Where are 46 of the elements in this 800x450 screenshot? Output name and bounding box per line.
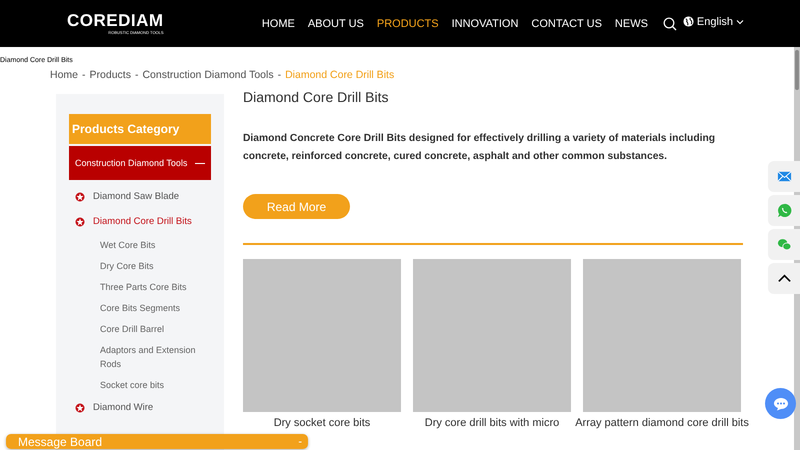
star-icon	[75, 192, 85, 202]
star-icon	[75, 402, 85, 412]
category-link[interactable]: Diamond Core Drill Bits	[93, 216, 192, 227]
sidebar-title: Products Category	[69, 114, 211, 144]
breadcrumb-separator: -	[82, 69, 86, 81]
nav-link[interactable]: HOME	[262, 18, 295, 30]
nav-link[interactable]: ABOUT US	[308, 18, 364, 30]
chat-button[interactable]	[765, 388, 796, 419]
subcategory-link[interactable]: Core Bits Segments	[75, 297, 200, 318]
nav-link[interactable]: CONTACT US	[531, 18, 602, 30]
whatsapp-button[interactable]	[768, 195, 800, 226]
product-title[interactable]: Dry core drill bits with micro	[424, 417, 560, 429]
message-board-title: Message Board	[18, 434, 102, 448]
subcategory-link[interactable]: Adaptors and Extension Rods	[75, 339, 200, 374]
logo[interactable]: COREDIAM	[67, 12, 164, 30]
language-selector[interactable]: English	[696, 16, 733, 28]
scroll-top-button[interactable]	[768, 263, 800, 294]
email-button[interactable]	[768, 161, 800, 192]
subcategory-link[interactable]: Dry Core Bits	[75, 255, 200, 276]
search-icon[interactable]	[662, 16, 677, 30]
globe-icon[interactable]	[682, 16, 694, 27]
breadcrumb-link[interactable]: Construction Diamond Tools	[142, 69, 274, 81]
envelope-icon	[776, 169, 792, 184]
product-title[interactable]: Dry socket core bits	[274, 417, 370, 429]
category-link[interactable]: Diamond Wire	[93, 402, 154, 413]
category-header[interactable]: Construction Diamond Tools	[69, 146, 211, 180]
chevron-down-icon[interactable]	[736, 18, 744, 24]
subcategory-link[interactable]: Three Parts Core Bits	[75, 276, 200, 297]
star-icon	[75, 216, 85, 226]
breadcrumb-link[interactable]: Home	[50, 69, 78, 81]
subcategory-link[interactable]: Socket core bits	[75, 374, 200, 395]
nav-link[interactable]: PRODUCTS	[376, 18, 439, 30]
phone-bubble-icon	[776, 203, 792, 218]
subcategory-link[interactable]: Core Drill Barrel	[75, 318, 200, 339]
chat-bubbles-icon	[776, 237, 792, 252]
subcategory-link[interactable]: Wet Core Bits	[75, 234, 200, 255]
breadcrumb-separator: -	[134, 69, 138, 81]
category-link[interactable]: Diamond Saw Blade	[93, 191, 180, 202]
breadcrumb-separator: -	[278, 69, 282, 81]
intro-text: Diamond Concrete Core Drill Bits designed for effectively drilling a variety of materials including concrete, reinforced concrete, cured concrete, asphalt and other common substances.	[243, 132, 716, 164]
breadcrumb-link[interactable]: Products	[90, 69, 131, 81]
nav-link[interactable]: INNOVATION	[452, 18, 518, 30]
nav-link[interactable]: NEWS	[614, 18, 648, 30]
product-title[interactable]: Array pattern diamond core drill bits	[575, 417, 749, 429]
chat-bubble-icon	[772, 396, 788, 410]
page-title: Diamond Core Drill Bits	[243, 88, 390, 107]
